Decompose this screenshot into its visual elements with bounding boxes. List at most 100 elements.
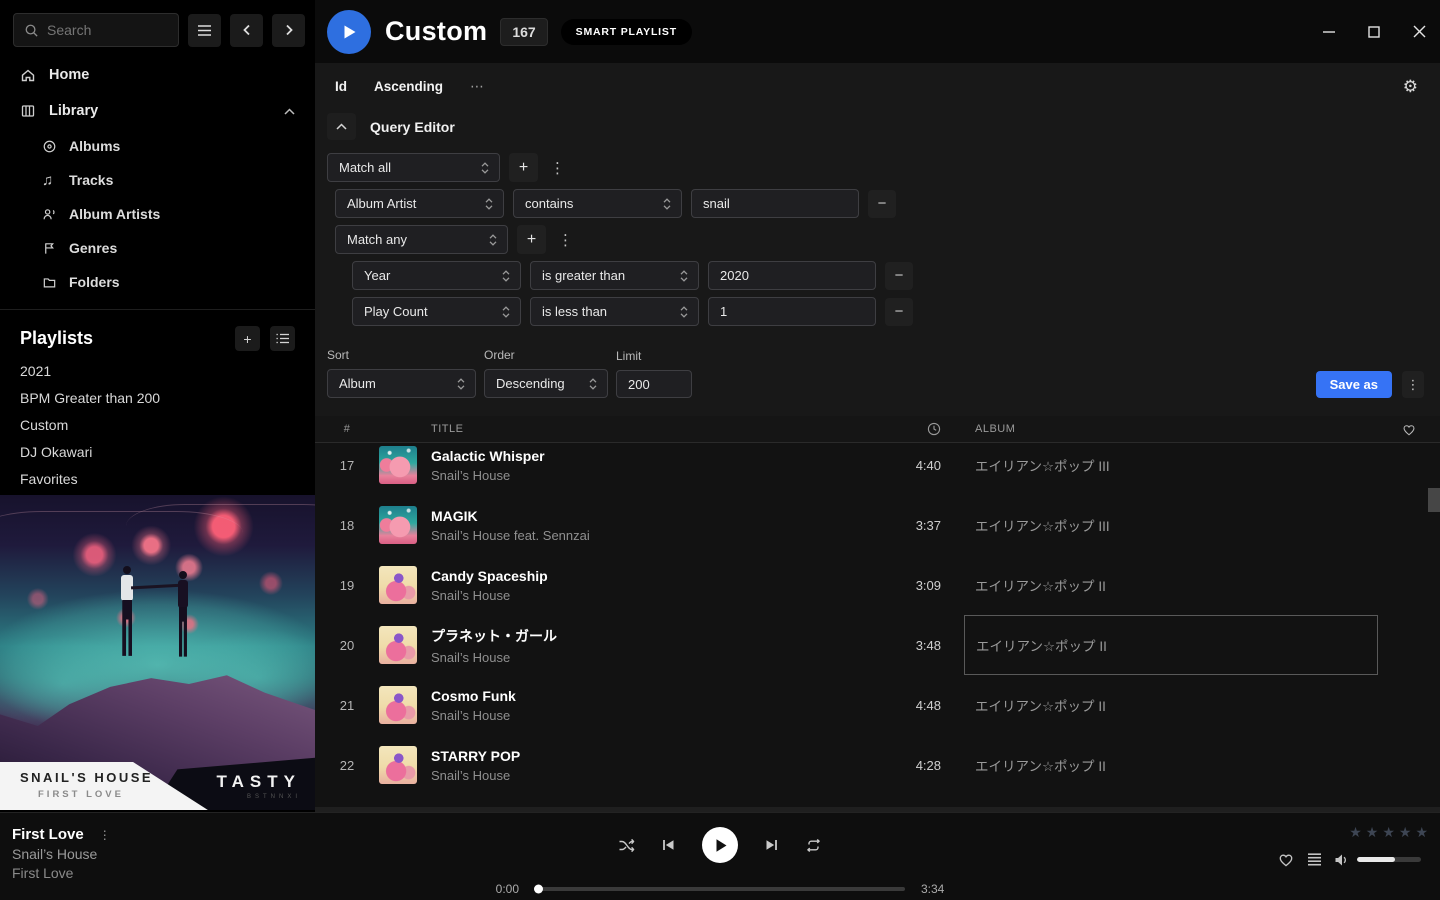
minimize-button[interactable] bbox=[1322, 25, 1336, 39]
sidebar-item-genres[interactable]: Genres bbox=[0, 231, 315, 265]
track-artist[interactable]: Snail’s House bbox=[431, 650, 871, 665]
add-rule-button[interactable]: + bbox=[517, 225, 546, 254]
back-button[interactable] bbox=[230, 14, 263, 47]
rule-field-select[interactable]: Year bbox=[352, 261, 521, 290]
next-button[interactable] bbox=[764, 838, 779, 852]
track-title[interactable]: Galactic Whisper bbox=[431, 448, 871, 464]
play-button[interactable] bbox=[702, 827, 738, 863]
playlist-item-custom[interactable]: Custom bbox=[0, 411, 315, 438]
rule-operator-select[interactable]: is greater than bbox=[530, 261, 699, 290]
maximize-button[interactable] bbox=[1367, 25, 1381, 39]
track-album[interactable]: エイリアン☆ポップ II bbox=[964, 675, 1378, 735]
rating-stars[interactable]: ★ ★ ★ ★ ★ bbox=[1278, 825, 1428, 839]
track-title[interactable]: STARRY POP bbox=[431, 748, 871, 764]
column-header-duration[interactable] bbox=[871, 422, 941, 436]
track-title[interactable]: Cosmo Funk bbox=[431, 688, 871, 704]
track-album[interactable]: エイリアン☆ポップ III bbox=[964, 443, 1378, 495]
track-artist[interactable]: Snail’s House bbox=[431, 708, 871, 723]
star-icon[interactable]: ★ bbox=[1349, 825, 1362, 839]
table-row[interactable]: 17 Galactic Whisper Snail’s House 4:40 エ… bbox=[315, 443, 1440, 495]
vertical-scrollbar-thumb[interactable] bbox=[1428, 488, 1440, 512]
add-playlist-button[interactable]: + bbox=[235, 326, 260, 351]
more-options-button[interactable]: ⋯ bbox=[470, 78, 485, 95]
seek-slider-thumb[interactable] bbox=[534, 885, 543, 894]
match-type-select[interactable]: Match all bbox=[327, 153, 500, 182]
playlist-list-options-button[interactable] bbox=[270, 326, 295, 351]
search-input[interactable] bbox=[47, 22, 168, 38]
previous-button[interactable] bbox=[661, 838, 676, 852]
sidebar-item-library[interactable]: Library bbox=[0, 93, 315, 129]
star-icon[interactable]: ★ bbox=[1399, 825, 1412, 839]
volume-icon[interactable] bbox=[1334, 853, 1350, 867]
favorite-button[interactable] bbox=[1278, 852, 1294, 867]
column-header-number[interactable]: # bbox=[327, 423, 367, 435]
sidebar-item-home[interactable]: Home bbox=[0, 57, 315, 93]
table-row[interactable]: 20 プラネット・ガール Snail’s House 3:48 エイリアン☆ポッ… bbox=[315, 615, 1440, 675]
rule-value-input[interactable] bbox=[708, 261, 876, 290]
volume-slider[interactable] bbox=[1357, 857, 1421, 862]
now-playing-title[interactable]: First Love bbox=[12, 826, 84, 843]
playlist-item-2021[interactable]: 2021 bbox=[0, 357, 315, 384]
sidebar-item-album-artists[interactable]: Album Artists bbox=[0, 197, 315, 231]
play-playlist-button[interactable] bbox=[327, 10, 371, 54]
table-row[interactable]: 18 MAGIK Snail’s House feat. Sennzai 3:3… bbox=[315, 495, 1440, 555]
track-title[interactable]: MAGIK bbox=[431, 508, 871, 524]
track-artist[interactable]: Snail’s House feat. Sennzai bbox=[431, 528, 871, 543]
close-button[interactable] bbox=[1412, 25, 1426, 39]
star-icon[interactable]: ★ bbox=[1382, 825, 1395, 839]
limit-input[interactable] bbox=[616, 370, 692, 398]
rule-operator-select[interactable]: is less than bbox=[530, 297, 699, 326]
group-options-button[interactable]: ⋮ bbox=[555, 231, 576, 249]
sidebar-item-albums[interactable]: Albums bbox=[0, 129, 315, 163]
sidebar-item-tracks[interactable]: ♫ Tracks bbox=[0, 163, 315, 197]
table-row[interactable]: 21 Cosmo Funk Snail’s House 4:48 エイリアン☆ポ… bbox=[315, 675, 1440, 735]
sidebar-item-folders[interactable]: Folders bbox=[0, 265, 315, 299]
table-row[interactable]: 19 Candy Spaceship Snail’s House 3:09 エイ… bbox=[315, 555, 1440, 615]
now-playing-cover-art[interactable]: TASTY BSTNNXI SNAIL'S HOUSE FIRST LOVE bbox=[0, 495, 315, 810]
gear-icon[interactable]: ⚙ bbox=[1403, 78, 1418, 95]
now-playing-album[interactable]: First Love bbox=[12, 865, 111, 881]
sort-direction-button[interactable]: Ascending bbox=[374, 79, 443, 94]
save-options-button[interactable]: ⋮ bbox=[1402, 371, 1424, 398]
remove-rule-button[interactable]: − bbox=[885, 298, 913, 326]
match-type-select[interactable]: Match any bbox=[335, 225, 508, 254]
track-title[interactable]: Candy Spaceship bbox=[431, 568, 871, 584]
table-row[interactable]: 22 STARRY POP Snail’s House 4:28 エイリアン☆ポ… bbox=[315, 735, 1440, 795]
collapse-query-editor-button[interactable] bbox=[327, 113, 356, 140]
group-options-button[interactable]: ⋮ bbox=[547, 159, 568, 177]
repeat-button[interactable] bbox=[805, 838, 822, 853]
rule-value-input[interactable] bbox=[691, 189, 859, 218]
rule-operator-select[interactable]: contains bbox=[513, 189, 682, 218]
sort-field-button[interactable]: Id bbox=[335, 79, 347, 94]
track-artist[interactable]: Snail’s House bbox=[431, 768, 871, 783]
rule-value-input[interactable] bbox=[708, 297, 876, 326]
star-icon[interactable]: ★ bbox=[1366, 825, 1379, 839]
shuffle-button[interactable] bbox=[618, 838, 635, 853]
forward-button[interactable] bbox=[272, 14, 305, 47]
rule-field-select[interactable]: Album Artist bbox=[335, 189, 504, 218]
now-playing-options-button[interactable]: ⋮ bbox=[99, 828, 111, 842]
sort-select[interactable]: Album bbox=[327, 369, 476, 398]
order-select[interactable]: Descending bbox=[484, 369, 608, 398]
playlist-item-favorites[interactable]: Favorites bbox=[0, 465, 315, 492]
star-icon[interactable]: ★ bbox=[1415, 825, 1428, 839]
track-album[interactable]: エイリアン☆ポップ II bbox=[964, 555, 1378, 615]
column-header-album[interactable]: ALBUM bbox=[964, 423, 1378, 435]
column-header-favorite[interactable] bbox=[1378, 423, 1440, 436]
queue-icon[interactable] bbox=[1307, 853, 1322, 866]
playlist-item-dj-okawari[interactable]: DJ Okawari bbox=[0, 438, 315, 465]
search-box[interactable] bbox=[13, 13, 179, 47]
add-rule-button[interactable]: + bbox=[509, 153, 538, 182]
rule-field-select[interactable]: Play Count bbox=[352, 297, 521, 326]
now-playing-artist[interactable]: Snail’s House bbox=[12, 846, 111, 862]
remove-rule-button[interactable]: − bbox=[868, 190, 896, 218]
chevron-up-icon[interactable] bbox=[284, 108, 295, 115]
track-title[interactable]: プラネット・ガール bbox=[431, 626, 871, 646]
column-header-title[interactable]: TITLE bbox=[431, 423, 871, 435]
remove-rule-button[interactable]: − bbox=[885, 262, 913, 290]
menu-button[interactable] bbox=[188, 14, 221, 47]
track-album[interactable]: エイリアン☆ポップ II bbox=[964, 735, 1378, 795]
track-artist[interactable]: Snail’s House bbox=[431, 468, 871, 483]
track-album[interactable]: エイリアン☆ポップ III bbox=[964, 495, 1378, 555]
seek-slider[interactable] bbox=[535, 887, 905, 891]
